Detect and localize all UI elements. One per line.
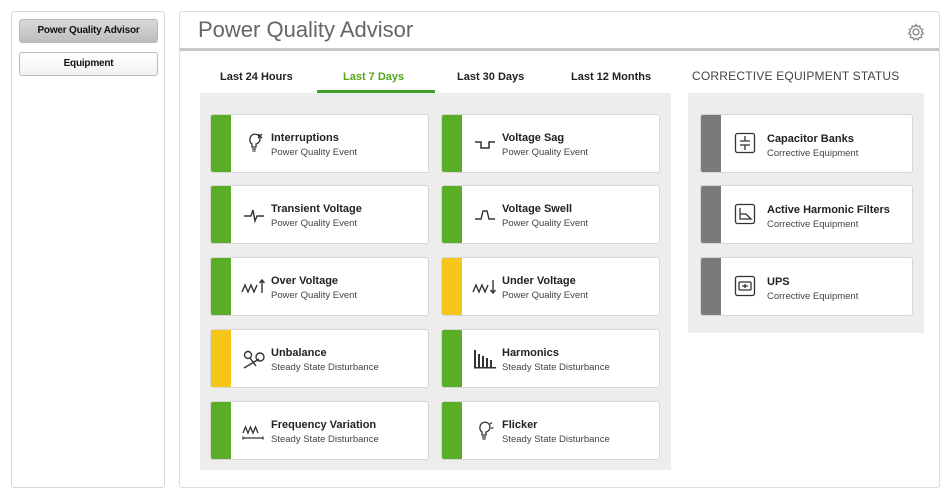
event-category: Steady State Disturbance xyxy=(502,434,610,445)
event-card-transient-voltage[interactable]: Transient Voltage Power Quality Event xyxy=(210,185,429,244)
status-bar xyxy=(442,186,462,243)
event-category: Steady State Disturbance xyxy=(271,434,379,445)
event-name: Harmonics xyxy=(502,347,559,359)
event-name: Interruptions xyxy=(271,132,339,144)
event-name: Frequency Variation xyxy=(271,419,377,431)
equipment-name: UPS xyxy=(767,276,790,288)
status-bar xyxy=(211,115,231,172)
event-card-interruptions[interactable]: Interruptions Power Quality Event xyxy=(210,114,429,173)
main-panel: Power Quality Advisor Last 24 Hours Last… xyxy=(179,11,940,488)
event-card-under-voltage[interactable]: Under Voltage Power Quality Event xyxy=(441,257,660,316)
event-category: Power Quality Event xyxy=(502,290,589,301)
equipment-name: Active Harmonic Filters xyxy=(767,204,890,216)
event-category: Power Quality Event xyxy=(502,218,589,229)
status-bar xyxy=(701,115,721,172)
gear-icon[interactable] xyxy=(906,22,926,42)
status-bar xyxy=(211,258,231,315)
status-bar xyxy=(701,186,721,243)
event-name: Unbalance xyxy=(271,347,327,359)
voltage-swell-icon xyxy=(472,202,498,228)
under-voltage-icon xyxy=(472,274,498,300)
event-card-over-voltage[interactable]: Over Voltage Power Quality Event xyxy=(210,257,429,316)
status-bar xyxy=(211,402,231,459)
event-name: Over Voltage xyxy=(271,275,339,287)
events-panel: Interruptions Power Quality Event Voltag… xyxy=(200,93,671,470)
event-card-voltage-sag[interactable]: Voltage Sag Power Quality Event xyxy=(441,114,660,173)
event-name: Flicker xyxy=(502,419,538,431)
status-bar xyxy=(211,186,231,243)
status-bar xyxy=(442,402,462,459)
equipment-card-ups[interactable]: UPS Corrective Equipment xyxy=(700,257,913,316)
corrective-equipment-heading: CORRECTIVE EQUIPMENT STATUS xyxy=(692,69,900,83)
sidebar-item-equipment[interactable]: Equipment xyxy=(19,52,158,76)
event-category: Steady State Disturbance xyxy=(502,362,610,373)
tab-last-24-hours[interactable]: Last 24 Hours xyxy=(220,71,293,83)
status-bar xyxy=(442,258,462,315)
flicker-icon xyxy=(472,418,498,444)
event-name: Voltage Sag xyxy=(502,132,565,144)
over-voltage-icon xyxy=(241,274,267,300)
harmonics-icon xyxy=(472,346,498,372)
sidebar-item-power-quality-advisor[interactable]: Power Quality Advisor xyxy=(19,19,158,43)
event-card-unbalance[interactable]: Unbalance Steady State Disturbance xyxy=(210,329,429,388)
event-category: Power Quality Event xyxy=(271,218,358,229)
transient-icon xyxy=(241,202,267,228)
voltage-sag-icon xyxy=(472,131,498,157)
sidebar: Power Quality Advisor Equipment xyxy=(11,11,165,488)
tab-last-7-days[interactable]: Last 7 Days xyxy=(343,71,404,83)
tab-last-30-days[interactable]: Last 30 Days xyxy=(457,71,524,83)
title-divider xyxy=(180,48,939,51)
event-category: Power Quality Event xyxy=(271,290,358,301)
event-category: Power Quality Event xyxy=(271,147,358,158)
event-name: Voltage Swell xyxy=(502,203,573,215)
unbalance-icon xyxy=(241,346,267,372)
equipment-card-capacitor-banks[interactable]: Capacitor Banks Corrective Equipment xyxy=(700,114,913,173)
event-card-frequency-variation[interactable]: Frequency Variation Steady State Disturb… xyxy=(210,401,429,460)
equipment-category: Corrective Equipment xyxy=(767,219,859,230)
event-card-flicker[interactable]: Flicker Steady State Disturbance xyxy=(441,401,660,460)
event-name: Transient Voltage xyxy=(271,203,362,215)
filter-icon xyxy=(734,203,756,225)
corrective-equipment-panel: Capacitor Banks Corrective Equipment Act… xyxy=(688,93,924,333)
status-bar xyxy=(442,330,462,387)
event-card-harmonics[interactable]: Harmonics Steady State Disturbance xyxy=(441,329,660,388)
status-bar xyxy=(442,115,462,172)
tab-last-12-months[interactable]: Last 12 Months xyxy=(571,71,651,83)
equipment-card-active-harmonic-filters[interactable]: Active Harmonic Filters Corrective Equip… xyxy=(700,185,913,244)
event-category: Power Quality Event xyxy=(502,147,589,158)
status-bar xyxy=(701,258,721,315)
event-name: Under Voltage xyxy=(502,275,576,287)
page-title: Power Quality Advisor xyxy=(198,17,414,42)
equipment-name: Capacitor Banks xyxy=(767,133,854,145)
equipment-category: Corrective Equipment xyxy=(767,291,859,302)
event-category: Steady State Disturbance xyxy=(271,362,379,373)
equipment-category: Corrective Equipment xyxy=(767,148,859,159)
capacitor-icon xyxy=(734,132,756,154)
ups-icon xyxy=(734,275,756,297)
frequency-icon xyxy=(241,418,267,444)
status-bar xyxy=(211,330,231,387)
event-card-voltage-swell[interactable]: Voltage Swell Power Quality Event xyxy=(441,185,660,244)
bulb-x-icon xyxy=(241,131,267,157)
